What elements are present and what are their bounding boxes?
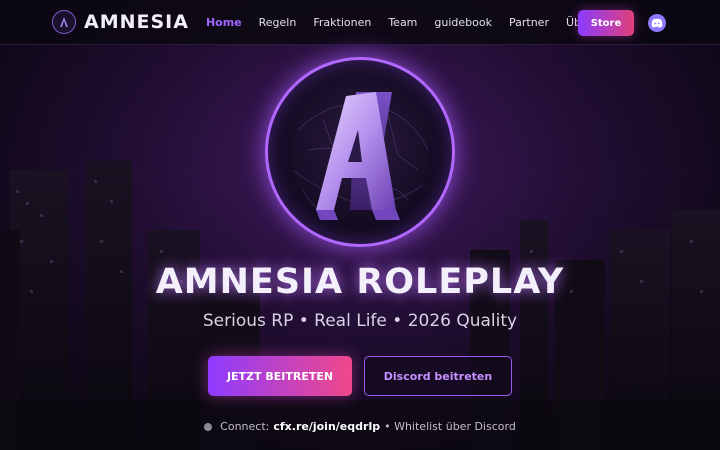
nav-item-regeln[interactable]: Regeln: [259, 16, 297, 29]
connect-info: Connect: cfx.re/join/eqdrlp • Whitelist …: [0, 420, 720, 433]
connect-prefix: Connect:: [220, 420, 270, 433]
discord-join-button[interactable]: Discord beitreten: [364, 356, 512, 396]
amnesia-logo-icon: [292, 92, 429, 221]
brand-logo-icon: [52, 10, 76, 34]
join-now-button[interactable]: JETZT BEITRETEN: [208, 356, 352, 396]
nav-item-partner[interactable]: Partner: [509, 16, 549, 29]
connect-suffix: • Whitelist über Discord: [384, 420, 516, 433]
page: AMNESIA Home Regeln Fraktionen Team guid…: [0, 0, 720, 450]
nav-item-guidebook[interactable]: guidebook: [434, 16, 492, 29]
connect-url[interactable]: cfx.re/join/eqdrlp: [273, 420, 380, 433]
server-status-dot: [204, 422, 213, 431]
hero-logo: [265, 57, 455, 247]
hero-subtitle: Serious RP • Real Life • 2026 Quality: [202, 311, 518, 331]
nav-item-fraktionen[interactable]: Fraktionen: [313, 16, 371, 29]
navbar: AMNESIA Home Regeln Fraktionen Team guid…: [0, 0, 720, 45]
nav-item-team[interactable]: Team: [388, 16, 417, 29]
hero-title: AMNESIA ROLEPLAY: [155, 262, 565, 302]
discord-icon[interactable]: [648, 14, 666, 32]
brand-name: AMNESIA: [84, 11, 189, 33]
nav-item-home[interactable]: Home: [206, 16, 242, 29]
nav-links: Home Regeln Fraktionen Team guidebook Pa…: [206, 16, 633, 29]
store-button[interactable]: Store: [578, 10, 634, 36]
brand[interactable]: AMNESIA: [52, 10, 189, 34]
